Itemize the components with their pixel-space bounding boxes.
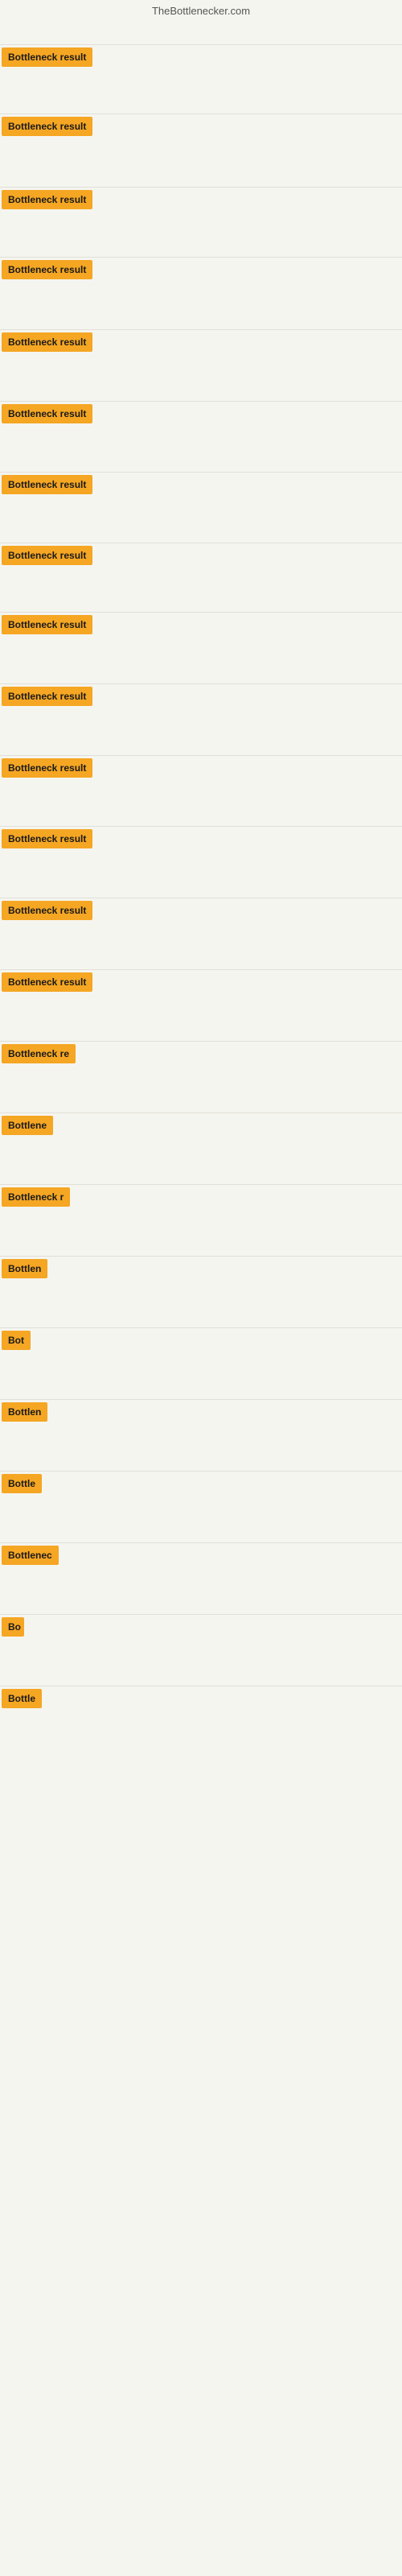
bottleneck-badge: Bottleneck re [2,1044,76,1063]
bottleneck-badge-row: Bottleneck result [2,544,92,571]
bottleneck-badge: Bottlen [2,1259,47,1278]
bottleneck-badge-row: Bottleneck r [2,1186,70,1212]
bottleneck-badge: Bottleneck result [2,332,92,352]
bottleneck-badge-row: Bottleneck result [2,473,92,500]
bottleneck-badge-row: Bottleneck result [2,46,92,72]
bottleneck-badge-row: Bottleneck re [2,1042,76,1069]
bottleneck-badge-row: Bottleneck result [2,685,92,712]
bottleneck-badge: Bottleneck result [2,829,92,848]
bottleneck-badge: Bottleneck result [2,615,92,634]
bottleneck-badge: Bottleneck result [2,260,92,279]
bottleneck-badge-row: Bottleneck result [2,757,92,783]
bottleneck-badge-row: Bottle [2,1472,42,1499]
bottleneck-badge: Bottleneck result [2,687,92,706]
bottleneck-badge: Bottleneck result [2,475,92,494]
bottleneck-badge-row: Bottlen [2,1257,47,1284]
bottleneck-badge-row: Bottlene [2,1114,53,1141]
bottleneck-badge: Bo [2,1617,24,1637]
bottleneck-badge-row: Bottleneck result [2,258,92,285]
bottleneck-badge: Bottleneck r [2,1187,70,1207]
bottleneck-badge: Bottle [2,1474,42,1493]
bottleneck-badge-row: Bottleneck result [2,188,92,215]
bottleneck-badge: Bottlenec [2,1546,59,1565]
site-title: TheBottlenecker.com [0,0,402,22]
bottleneck-badge: Bottlene [2,1116,53,1135]
bottleneck-badge: Bottleneck result [2,117,92,136]
bottleneck-badge-row: Bottleneck result [2,971,92,997]
bottleneck-badge: Bottleneck result [2,47,92,67]
bottleneck-badge: Bottleneck result [2,972,92,992]
bottleneck-badge: Bottleneck result [2,758,92,778]
bottleneck-badge: Bottleneck result [2,404,92,423]
bottleneck-badge-row: Bottlen [2,1401,47,1427]
bottleneck-badge-row: Bottleneck result [2,828,92,854]
bottleneck-badge: Bottlen [2,1402,47,1422]
bottleneck-badge: Bottleneck result [2,901,92,920]
bottleneck-badge-row: Bottleneck result [2,402,92,429]
bottleneck-badge-row: Bot [2,1329,31,1356]
bottleneck-badge-row: Bo [2,1616,24,1642]
bottleneck-badge-row: Bottleneck result [2,899,92,926]
bottleneck-badge: Bot [2,1331,31,1350]
bottleneck-badge-row: Bottleneck result [2,115,92,142]
bottleneck-badge: Bottle [2,1689,42,1708]
bottleneck-badge: Bottleneck result [2,546,92,565]
bottleneck-badge-row: Bottleneck result [2,331,92,357]
bottleneck-badge-row: Bottleneck result [2,613,92,640]
bottleneck-badge-row: Bottle [2,1687,42,1714]
bottleneck-badge-row: Bottlenec [2,1544,59,1571]
bottleneck-badge: Bottleneck result [2,190,92,209]
